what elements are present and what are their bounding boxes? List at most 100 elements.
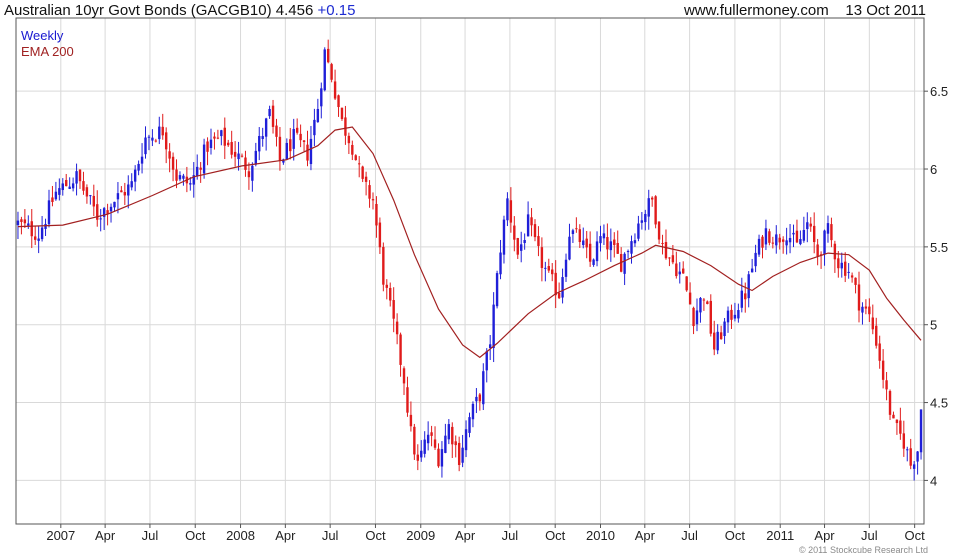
candle-up [802, 216, 806, 243]
candle-body [912, 464, 916, 469]
candle-up [595, 231, 599, 267]
candle-body [68, 186, 71, 189]
candle-body [623, 253, 626, 274]
candle-down [547, 258, 550, 273]
x-tick-label: Jul [681, 528, 698, 543]
candle-up [823, 229, 826, 266]
candle-up [27, 215, 30, 229]
candle-body [454, 441, 457, 446]
candle-body [313, 119, 316, 136]
candle-down [371, 192, 375, 210]
candle-down [361, 165, 364, 183]
candle-down [206, 137, 209, 166]
candle-body [895, 419, 899, 424]
chart-title: Australian 10yr Govt Bonds (GACGB10) 4.4… [4, 2, 355, 19]
candle-body [275, 125, 278, 137]
candle-body [258, 135, 261, 152]
candle-body [402, 368, 406, 384]
candle-up [757, 234, 761, 257]
candle-body [199, 167, 202, 170]
x-tick-label: Jul [502, 528, 519, 543]
candle-body [654, 196, 657, 225]
candle-body [340, 107, 344, 119]
candle-body [444, 435, 447, 453]
candle-body [871, 317, 874, 330]
candle-down [575, 217, 578, 233]
legend-weekly: Weekly [21, 28, 64, 43]
candle-up [320, 82, 323, 119]
candle-down [240, 153, 244, 158]
candle-body [127, 184, 130, 196]
candle-down [430, 425, 433, 447]
candle-body [233, 151, 237, 157]
candle-up [61, 178, 64, 196]
candle-body [20, 219, 23, 222]
candle-body [206, 141, 209, 152]
candle-down [437, 443, 440, 468]
candle-body [588, 243, 592, 262]
candle-body [202, 144, 206, 174]
candle-up [16, 211, 20, 239]
candle-up [699, 297, 702, 323]
candle-up [647, 189, 650, 230]
candle-body [616, 242, 619, 254]
candle-body [27, 223, 30, 226]
candle-down [227, 139, 230, 147]
candle-body [530, 217, 533, 226]
x-tick-label: 2011 [766, 528, 794, 543]
candle-body [568, 236, 571, 260]
candle-down [82, 171, 85, 195]
candle-body [771, 242, 775, 244]
candle-down [513, 216, 516, 252]
candle-body [675, 263, 678, 277]
candle-body [775, 234, 778, 246]
candle-body [630, 241, 633, 254]
candle-up [178, 171, 182, 182]
candle-body [802, 229, 806, 241]
candle-up [592, 258, 595, 267]
candle-down [692, 306, 695, 335]
candle-body [240, 155, 244, 157]
candle-down [358, 156, 361, 178]
candle-body [147, 136, 151, 138]
candle-body [40, 227, 44, 240]
candle-body [164, 132, 168, 150]
candle-body [564, 259, 568, 277]
candle-body [289, 139, 292, 152]
candle-down [675, 251, 678, 279]
candle-down [850, 272, 854, 283]
candle-body [781, 239, 785, 242]
candle-body [220, 130, 223, 137]
candle-body [585, 238, 588, 248]
candle-body [171, 156, 175, 170]
candle-up [423, 431, 426, 458]
candle-up [526, 201, 530, 237]
candle-body [547, 266, 550, 271]
candle-down [230, 130, 233, 159]
candle-up [861, 302, 864, 325]
candle-body [816, 244, 819, 257]
candle-up [561, 268, 564, 304]
x-tick-label: Apr [275, 528, 296, 543]
candle-down [650, 196, 654, 207]
candlesticks [16, 39, 923, 481]
candle-down [213, 132, 216, 150]
candle-body [561, 277, 564, 298]
candle-down [244, 150, 247, 177]
candle-body [299, 133, 302, 141]
candle-down [344, 105, 347, 145]
candle-down [402, 366, 406, 396]
candle-body [509, 200, 513, 223]
candle-down [34, 226, 37, 245]
candle-body [551, 269, 554, 275]
candle-body [437, 448, 440, 467]
candle-body [196, 166, 199, 176]
candle-up [444, 423, 447, 454]
candle-body [909, 448, 912, 466]
candle-body [495, 273, 499, 307]
candle-body [878, 343, 881, 361]
candle-down [389, 282, 392, 307]
candle-down [516, 237, 519, 259]
copyright-notice: © 2011 Stockcube Research Ltd [798, 545, 928, 555]
candle-body [378, 222, 382, 248]
